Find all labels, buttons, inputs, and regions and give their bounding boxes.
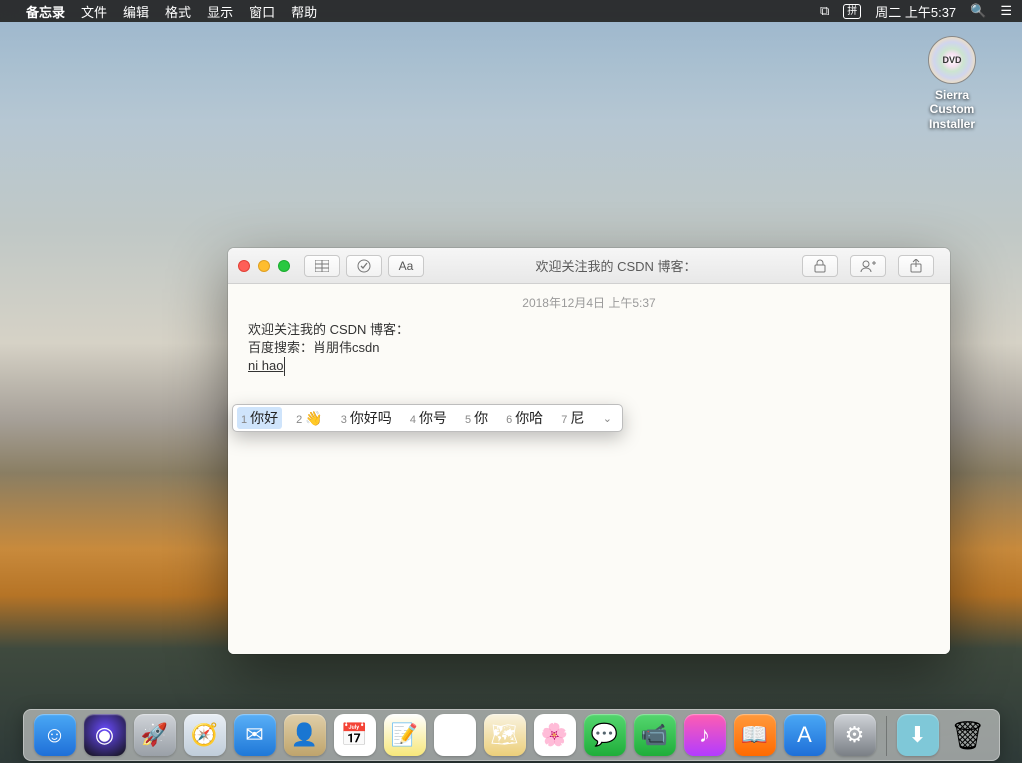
desktop-icon-label: Sierra Custom Installer (912, 88, 992, 131)
ime-candidate[interactable]: 4你号 (406, 407, 451, 429)
window-title: 欢迎关注我的 CSDN 博客： (430, 256, 802, 275)
menu-app[interactable]: 备忘录 (26, 2, 65, 21)
dock-separator (886, 716, 887, 756)
dock-safari[interactable]: 🧭 (184, 714, 226, 756)
note-timestamp: 2018年12月4日 上午5:37 (248, 294, 930, 311)
dock-ibooks[interactable]: 📖 (734, 714, 776, 756)
dock-photos[interactable]: 🌸 (534, 714, 576, 756)
dock-downloads[interactable]: ⬇ (897, 714, 939, 756)
ime-candidate[interactable]: 7尼 (557, 407, 588, 429)
dock-launchpad[interactable]: 🚀 (134, 714, 176, 756)
ime-candidate[interactable]: 6你哈 (502, 407, 547, 429)
ime-candidate[interactable]: 5你 (461, 407, 492, 429)
menu-file[interactable]: 文件 (81, 2, 107, 21)
menu-edit[interactable]: 编辑 (123, 2, 149, 21)
input-method-icon[interactable]: 拼 (843, 4, 861, 19)
ime-expand-icon[interactable]: ⌄ (598, 409, 616, 427)
font-style-button[interactable]: Aa (388, 255, 424, 277)
dvd-icon: DVD (928, 36, 976, 84)
lock-button[interactable] (802, 255, 838, 277)
desktop-icon-dvd[interactable]: DVD Sierra Custom Installer (912, 36, 992, 131)
ime-candidate-bar: 1你好 2👋 3你好吗 4你号 5你 6你哈 7尼 ⌄ (232, 404, 623, 432)
dock-notes[interactable]: 📝 (384, 714, 426, 756)
zoom-icon[interactable] (278, 260, 290, 272)
dock-maps[interactable]: 🗺 (484, 714, 526, 756)
ime-composition: ni hao (248, 357, 285, 375)
minimize-icon[interactable] (258, 260, 270, 272)
ime-candidate[interactable]: 1你好 (237, 407, 282, 429)
close-icon[interactable] (238, 260, 250, 272)
notes-window: Aa 欢迎关注我的 CSDN 博客： 2018年12月4日 上午5:37 欢迎关… (228, 248, 950, 654)
menubar-clock[interactable]: 周二 上午5:37 (875, 2, 956, 21)
titlebar[interactable]: Aa 欢迎关注我的 CSDN 博客： (228, 248, 950, 284)
dock: ☺◉🚀🧭✉👤📅📝☑🗺🌸💬📹♪📖A⚙ ⬇🗑 (23, 709, 1000, 761)
note-editor[interactable]: 2018年12月4日 上午5:37 欢迎关注我的 CSDN 博客： 百度搜索：肖… (228, 284, 950, 654)
dock-facetime[interactable]: 📹 (634, 714, 676, 756)
ime-candidate[interactable]: 2👋 (292, 409, 327, 428)
note-line: ni hao (248, 357, 930, 375)
menu-help[interactable]: 帮助 (291, 2, 317, 21)
dock-trash[interactable]: 🗑 (947, 714, 989, 756)
dock-finder[interactable]: ☺ (34, 714, 76, 756)
spotlight-icon[interactable]: 🔍 (970, 3, 986, 19)
list-view-button[interactable] (304, 255, 340, 277)
dock-reminders[interactable]: ☑ (434, 714, 476, 756)
menu-format[interactable]: 格式 (165, 2, 191, 21)
menu-window[interactable]: 窗口 (249, 2, 275, 21)
dock-itunes[interactable]: ♪ (684, 714, 726, 756)
share-button[interactable] (898, 255, 934, 277)
dock-preferences[interactable]: ⚙ (834, 714, 876, 756)
dock-siri[interactable]: ◉ (84, 714, 126, 756)
menu-view[interactable]: 显示 (207, 2, 233, 21)
dock-messages[interactable]: 💬 (584, 714, 626, 756)
dock-contacts[interactable]: 👤 (284, 714, 326, 756)
checklist-button[interactable] (346, 255, 382, 277)
ime-candidate[interactable]: 3你好吗 (337, 407, 396, 429)
notification-center-icon[interactable]: ☰ (1000, 3, 1012, 19)
add-people-button[interactable] (850, 255, 886, 277)
dock-appstore[interactable]: A (784, 714, 826, 756)
dock-mail[interactable]: ✉ (234, 714, 276, 756)
dock-calendar[interactable]: 📅 (334, 714, 376, 756)
airplay-icon[interactable]: ⧉ (820, 3, 829, 19)
note-line: 欢迎关注我的 CSDN 博客： (248, 321, 930, 339)
menubar: 备忘录 文件 编辑 格式 显示 窗口 帮助 ⧉ 拼 周二 上午5:37 🔍 ☰ (0, 0, 1022, 22)
note-line: 百度搜索：肖朋伟csdn (248, 339, 930, 357)
